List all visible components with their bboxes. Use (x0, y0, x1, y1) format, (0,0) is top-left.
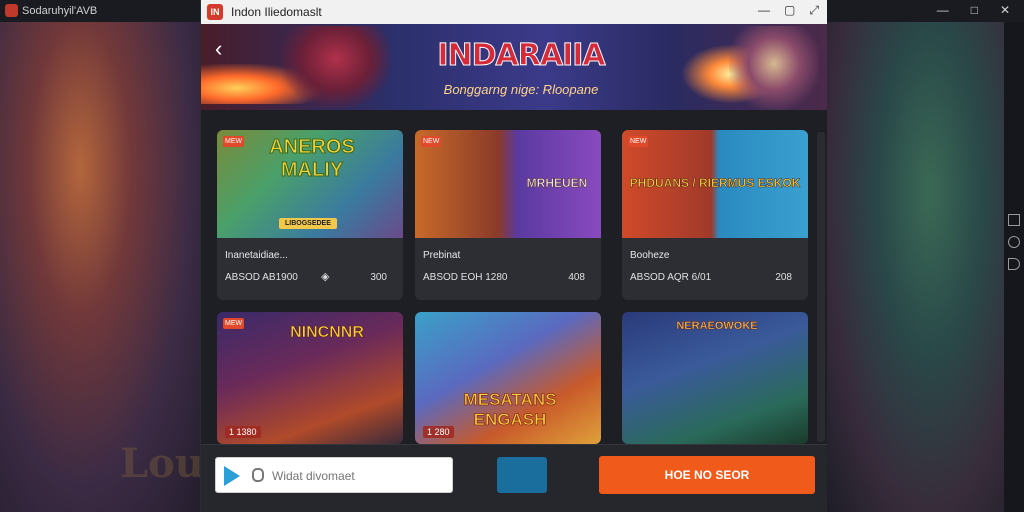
game-card[interactable]: MEW ANEROS MALIY LIBOGSEDEE Inanetaidiae… (217, 130, 403, 300)
game-card[interactable]: MEW NINCNNR 1 1380 (217, 312, 403, 444)
back-triangle-icon[interactable] (1008, 258, 1020, 270)
game-name: Inanetaidiae... (225, 250, 288, 261)
game-count: 408 (568, 272, 585, 283)
game-chip: LIBOGSEDEE (279, 218, 337, 229)
secondary-button[interactable] (497, 457, 547, 493)
fullscreen-icon[interactable]: ⤢ (809, 3, 819, 18)
game-card[interactable]: NEW MRHEUEN Prebinat ABSOD EOH 1280 408 (415, 130, 601, 300)
new-badge: MEW (223, 318, 245, 329)
app-window-title: Indon Iliedomaslt (231, 5, 322, 19)
play-icon[interactable] (224, 466, 240, 486)
background-artwork-left (0, 20, 200, 512)
bottom-action-bar: HOE NO SEOR (201, 444, 827, 512)
game-meta: ABSOD EOH 1280 (423, 272, 508, 283)
search-box[interactable] (215, 457, 453, 493)
primary-cta-button[interactable]: HOE NO SEOR (599, 456, 815, 494)
background-watermark-text: Lou (120, 440, 204, 487)
game-card[interactable]: NEW PHDUANS / RIERMUS ESKOK Booheze ABSO… (622, 130, 808, 300)
game-thumbnail-title: NINCNNR (290, 324, 364, 342)
hero-banner: ‹ INDARAIIA Bonggarng nige: Rloopane (201, 24, 827, 110)
banner-title: INDARAIIA (437, 38, 606, 74)
new-badge: NEW (421, 136, 442, 147)
minimize-icon[interactable]: — (937, 3, 949, 17)
background-artwork-right (826, 20, 1014, 512)
game-thumbnail-title: MESATANS ENGASH (463, 390, 557, 430)
game-count: 208 (775, 272, 792, 283)
game-thumbnail-title: PHDUANS / RIERMUS ESKOK (629, 176, 801, 191)
game-thumbnail-title: ANEROS MALIY (269, 136, 356, 182)
game-meta: ABSOD AB1900 (225, 272, 298, 283)
app-window-controls: — ▢ ⤢ (758, 3, 819, 18)
app-titlebar: IN Indon Iliedomaslt — ▢ ⤢ (201, 0, 827, 24)
emulator-side-rail (1004, 22, 1024, 512)
search-input[interactable] (272, 467, 442, 485)
game-thumbnail-title: MRHEUEN (526, 176, 588, 191)
app-window: IN Indon Iliedomaslt — ▢ ⤢ ‹ INDARAIIA B… (200, 0, 827, 512)
eye-icon: ◈ (321, 271, 330, 283)
banner-hero-warrior (281, 26, 391, 108)
game-thumbnail-title: NERAEOWOKE (676, 320, 758, 332)
banner-hero-mage (729, 26, 819, 110)
banner-subtitle: Bonggarng nige: Rloopane (443, 82, 599, 97)
game-thumbnail: NEW MRHEUEN (415, 130, 601, 238)
game-count: 300 (370, 272, 387, 283)
app-logo-icon: IN (207, 4, 223, 20)
scrollbar[interactable] (817, 132, 825, 442)
game-meta: ABSOD AQR 6/01 (630, 272, 712, 283)
maximize-icon[interactable]: □ (971, 3, 978, 17)
back-chevron-icon[interactable]: ‹ (215, 38, 222, 60)
square-nav-icon[interactable] (1008, 214, 1020, 226)
lock-icon (252, 468, 264, 482)
game-label: 1 1380 (225, 426, 261, 438)
game-thumbnail: MEW ANEROS MALIY LIBOGSEDEE (217, 130, 403, 238)
restore-icon[interactable]: ▢ (784, 3, 795, 18)
background-window-controls: — □ ✕ (937, 3, 1010, 17)
new-badge: NEW (628, 136, 649, 147)
close-icon[interactable]: ✕ (1000, 3, 1010, 17)
game-name: Booheze (630, 250, 670, 261)
background-app-icon (5, 4, 18, 17)
background-window-title: Sodaruhyil'AVB (22, 5, 98, 17)
game-card[interactable]: NERAEOWOKE (622, 312, 808, 444)
game-label: 1 280 (423, 426, 454, 438)
game-card[interactable]: MESATANS ENGASH 1 280 (415, 312, 601, 444)
minimize-icon[interactable]: — (758, 3, 770, 18)
home-circle-icon[interactable] (1008, 236, 1020, 248)
game-grid: MEW ANEROS MALIY LIBOGSEDEE Inanetaidiae… (201, 110, 827, 444)
game-thumbnail: NEW PHDUANS / RIERMUS ESKOK (622, 130, 808, 238)
game-name: Prebinat (423, 250, 461, 261)
